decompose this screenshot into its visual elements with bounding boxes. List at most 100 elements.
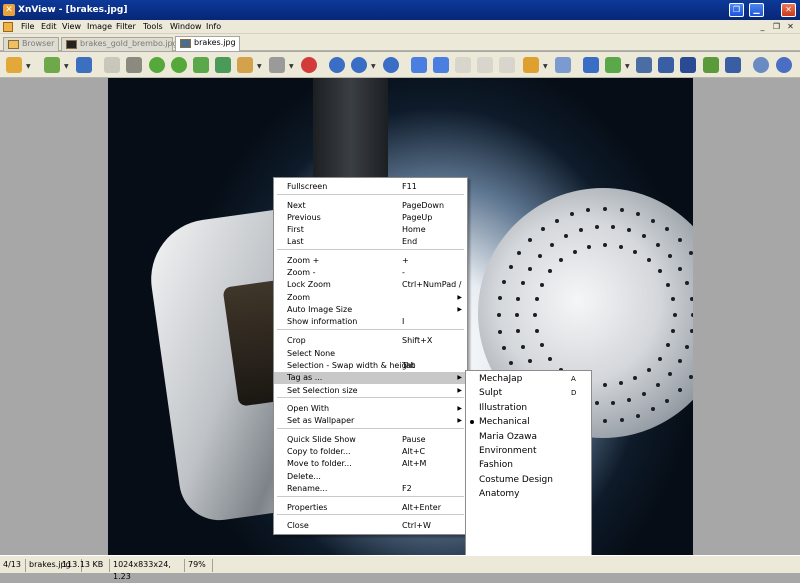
select-icon[interactable] [269, 57, 285, 73]
document-icon[interactable] [3, 22, 13, 32]
menu-tools[interactable]: Tools [143, 21, 163, 33]
menu-item-label: Zoom + [287, 256, 320, 265]
tab-brakes-gold-brembo[interactable]: brakes_gold_brembo.jpg [61, 37, 178, 51]
menu-item-set-as-wallpaper[interactable]: Set as Wallpaper ▶ [274, 415, 467, 427]
rotate-right-icon[interactable] [171, 57, 187, 73]
crop-icon[interactable] [126, 57, 142, 73]
chevron-down-icon[interactable]: ▼ [64, 63, 69, 70]
tag-item-label: MechaJap [479, 374, 523, 384]
browser-tree-icon[interactable] [6, 57, 22, 73]
print-icon[interactable] [636, 57, 652, 73]
menu-separator [277, 194, 464, 195]
export-icon[interactable] [193, 57, 209, 73]
menu-item-label: Select None [287, 349, 336, 358]
menu-item-delete[interactable]: Delete... [274, 471, 467, 483]
tag-item-anatomy[interactable]: Anatomy [466, 487, 591, 501]
chevron-down-icon[interactable]: ▼ [257, 63, 262, 70]
chevron-down-icon[interactable]: ▼ [26, 63, 31, 70]
save-icon[interactable] [76, 57, 92, 73]
tag-item-environment[interactable]: Environment [466, 444, 591, 458]
tag-item-costume-design[interactable]: Costume Design [466, 473, 591, 487]
menu-view[interactable]: View [62, 21, 81, 33]
tag-item-mechanical[interactable]: Mechanical [466, 415, 591, 429]
tab-brakes[interactable]: brakes.jpg [175, 36, 240, 51]
tag-item-fashion[interactable]: Fashion [466, 458, 591, 472]
settings-icon[interactable] [753, 57, 769, 73]
tag-submenu: MechaJap A Sulpt D Illustration Mechanical Mar… [465, 370, 592, 573]
rotate-left-icon[interactable] [149, 57, 165, 73]
last-icon[interactable] [477, 57, 493, 73]
slideshow-icon[interactable] [499, 57, 515, 73]
tag-icon[interactable] [301, 57, 317, 73]
scanner-icon[interactable] [658, 57, 674, 73]
minimize-icon[interactable]: ▁ [749, 3, 764, 17]
monitor-icon[interactable] [680, 57, 696, 73]
menu-info[interactable]: Info [206, 21, 221, 33]
copy-icon[interactable] [555, 57, 571, 73]
restore-icon[interactable]: ❐ [729, 3, 744, 17]
menu-item-rename[interactable]: Rename... F2 [274, 483, 467, 495]
menu-item-crop[interactable]: Crop Shift+X [274, 335, 467, 347]
fullscreen-icon[interactable] [605, 57, 621, 73]
zoom-icon[interactable] [351, 57, 367, 73]
menu-item-quick-slide-show[interactable]: Quick Slide Show Pause [274, 434, 467, 446]
menu-item-selection-swap-width-height[interactable]: Selection - Swap width & height Tab [274, 360, 467, 372]
chevron-down-icon[interactable]: ▼ [543, 63, 548, 70]
menu-item-show-information[interactable]: Show information I [274, 316, 467, 328]
menu-item-select-none[interactable]: Select None [274, 348, 467, 360]
menu-image[interactable]: Image [87, 21, 112, 33]
tag-item-shortcut: D [571, 389, 577, 398]
tab-browser[interactable]: Browser [3, 37, 59, 51]
photos-icon[interactable] [703, 57, 719, 73]
tag-item-label: Fashion [479, 460, 513, 471]
tag-item-illustration[interactable]: Illustration [466, 401, 591, 415]
menu-item-move-to-folder[interactable]: Move to folder... Alt+M [274, 458, 467, 470]
close-window-icon[interactable]: ✕ [781, 3, 796, 17]
xnview-app-icon[interactable]: ✕ [3, 4, 15, 16]
menu-filter[interactable]: Filter [116, 21, 136, 33]
menu-item-properties[interactable]: Properties Alt+Enter [274, 502, 467, 514]
doc-close-icon[interactable]: ✕ [785, 22, 796, 32]
chevron-down-icon[interactable]: ▼ [289, 63, 294, 70]
undo-icon[interactable] [104, 57, 120, 73]
menu-item-auto-image-size[interactable]: Auto Image Size ▶ [274, 304, 467, 316]
menu-item-close[interactable]: Close Ctrl+W [274, 520, 467, 532]
tag-item-sulpt[interactable]: Sulpt D [466, 386, 591, 400]
zoom-out-icon[interactable] [383, 57, 399, 73]
camera-icon[interactable] [725, 57, 741, 73]
fit-icon[interactable] [583, 57, 599, 73]
menu-item-zoom[interactable]: Zoom + + [274, 255, 467, 267]
menu-item-zoom[interactable]: Zoom - - [274, 267, 467, 279]
chevron-down-icon[interactable]: ▼ [625, 63, 630, 70]
menu-item-fullscreen[interactable]: Fullscreen F11 [274, 181, 467, 193]
menu-item-previous[interactable]: Previous PageUp [274, 212, 467, 224]
doc-restore-icon[interactable]: ❐ [771, 22, 782, 32]
toolbar: ▼ ▼ ▼ ▼ ▼ ▼ ▼ [0, 52, 800, 78]
first-icon[interactable] [455, 57, 471, 73]
previous-icon[interactable] [411, 57, 427, 73]
menu-item-open-with[interactable]: Open With ▶ [274, 403, 467, 415]
zoom-in-icon[interactable] [329, 57, 345, 73]
menu-item-lock-zoom[interactable]: Lock Zoom Ctrl+NumPad / [274, 279, 467, 291]
menu-item-copy-to-folder[interactable]: Copy to folder... Alt+C [274, 446, 467, 458]
menu-item-next[interactable]: Next PageDown [274, 200, 467, 212]
menu-item-zoom[interactable]: Zoom ▶ [274, 292, 467, 304]
batch-icon[interactable] [237, 57, 253, 73]
open-folder-icon[interactable] [44, 57, 60, 73]
menu-file[interactable]: File [21, 21, 34, 33]
image-export-icon[interactable] [215, 57, 231, 73]
screen-icon[interactable] [523, 57, 539, 73]
menu-item-set-selection-size[interactable]: Set Selection size ▶ [274, 385, 467, 397]
tag-item-label: Maria Ozawa [479, 431, 538, 442]
help-icon[interactable] [776, 57, 792, 73]
menu-item-tag-as[interactable]: Tag as ... ▶ [274, 372, 467, 384]
menu-edit[interactable]: Edit [41, 21, 57, 33]
tag-item-maria-ozawa[interactable]: Maria Ozawa [466, 430, 591, 444]
menu-window[interactable]: Window [170, 21, 202, 33]
doc-minimize-icon[interactable]: _ [757, 22, 768, 32]
menu-item-first[interactable]: First Home [274, 224, 467, 236]
tag-item-mechajap[interactable]: MechaJap A [466, 372, 591, 386]
chevron-down-icon[interactable]: ▼ [371, 63, 376, 70]
next-icon[interactable] [433, 57, 449, 73]
menu-item-last[interactable]: Last End [274, 236, 467, 248]
